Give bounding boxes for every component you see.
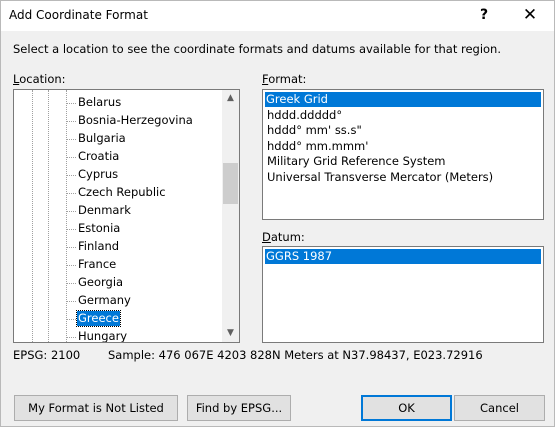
location-item-label: Croatia [78, 149, 120, 163]
format-item[interactable]: hddd.ddddd° [266, 108, 343, 123]
format-list[interactable]: Greek Grid hddd.ddddd° hddd° mm' ss.s" hddd… [262, 89, 544, 220]
datum-label: Datum: [262, 230, 305, 244]
location-item-label: Belarus [78, 95, 122, 109]
tree-guide-line [32, 90, 33, 342]
location-item-label: Hungary [78, 329, 128, 343]
location-label: Location: [13, 72, 66, 86]
location-item-label: Denmark [78, 203, 131, 217]
location-item[interactable]: Greece [64, 310, 224, 328]
tree-connector [66, 103, 76, 104]
cancel-button[interactable]: Cancel [454, 395, 545, 421]
window-title: Add Coordinate Format [9, 8, 148, 22]
tree-connector [66, 193, 76, 194]
location-item[interactable]: Cyprus [64, 166, 224, 184]
format-item[interactable]: hddd° mm.mmm' [266, 139, 369, 154]
tree-connector [66, 121, 76, 122]
location-tree[interactable]: Belarus Bosnia-Herzegovina Bulgaria Croatia… [13, 89, 240, 343]
location-item-label: Georgia [78, 275, 124, 289]
format-item[interactable]: Military Grid Reference System [266, 154, 447, 169]
location-item-label: France [78, 257, 117, 271]
tree-connector [66, 319, 76, 320]
location-item[interactable]: Denmark [64, 202, 224, 220]
close-icon[interactable]: ✕ [507, 1, 553, 31]
format-item[interactable]: Greek Grid [265, 92, 541, 107]
location-item-label: Cyprus [78, 167, 119, 181]
location-item[interactable]: Bulgaria [64, 130, 224, 148]
location-item-label: Bosnia-Herzegovina [78, 113, 193, 127]
location-item-label: Czech Republic [78, 185, 166, 199]
location-item-label: Greece [76, 310, 121, 327]
epsg-code: EPSG: 2100 [13, 348, 81, 362]
help-button[interactable]: ? [461, 1, 507, 31]
location-item-label: Bulgaria [78, 131, 126, 145]
format-item[interactable]: hddd° mm' ss.s" [266, 123, 363, 138]
scroll-down-icon[interactable]: ▼ [222, 325, 239, 342]
tree-connector [66, 283, 76, 284]
format-label: Format: [262, 72, 307, 86]
location-item[interactable]: Czech Republic [64, 184, 224, 202]
datum-item[interactable]: GGRS 1987 [265, 249, 541, 264]
tree-connector [66, 139, 76, 140]
sample-text: Sample: 476 067E 4203 828N Meters at N37… [108, 348, 483, 362]
location-item[interactable]: Georgia [64, 274, 224, 292]
ok-button[interactable]: OK [361, 395, 452, 421]
tree-connector [66, 175, 76, 176]
location-item[interactable]: Finland [64, 238, 224, 256]
scroll-thumb[interactable] [223, 163, 238, 204]
tree-connector [66, 265, 76, 266]
title-bar: Add Coordinate Format ? ✕ [1, 1, 554, 31]
instructions-text: Select a location to see the coordinate … [13, 42, 502, 56]
location-item-label: Germany [78, 293, 131, 307]
tree-connector [66, 211, 76, 212]
location-item[interactable]: Belarus [64, 94, 224, 112]
location-item-label: Estonia [78, 221, 121, 235]
scroll-up-icon[interactable]: ▲ [222, 90, 239, 107]
find-by-epsg-button[interactable]: Find by EPSG... [187, 395, 291, 421]
tree-guide-line [48, 90, 49, 342]
my-format-not-listed-button[interactable]: My Format is Not Listed [14, 395, 178, 421]
add-coordinate-format-dialog: Add Coordinate Format ? ✕ Select a locat… [0, 0, 555, 427]
format-item[interactable]: Universal Transverse Mercator (Meters) [266, 170, 494, 185]
location-item[interactable]: Germany [64, 292, 224, 310]
location-item[interactable]: Hungary [64, 328, 224, 343]
location-scrollbar[interactable]: ▲ ▼ [222, 90, 239, 342]
location-item[interactable]: France [64, 256, 224, 274]
tree-connector [66, 337, 76, 338]
location-item[interactable]: Croatia [64, 148, 224, 166]
tree-connector [66, 229, 76, 230]
location-item-label: Finland [78, 239, 120, 253]
location-item[interactable]: Estonia [64, 220, 224, 238]
tree-connector [66, 301, 76, 302]
location-item[interactable]: Bosnia-Herzegovina [64, 112, 224, 130]
datum-list[interactable]: GGRS 1987 [262, 246, 544, 343]
tree-connector [66, 247, 76, 248]
tree-connector [66, 157, 76, 158]
